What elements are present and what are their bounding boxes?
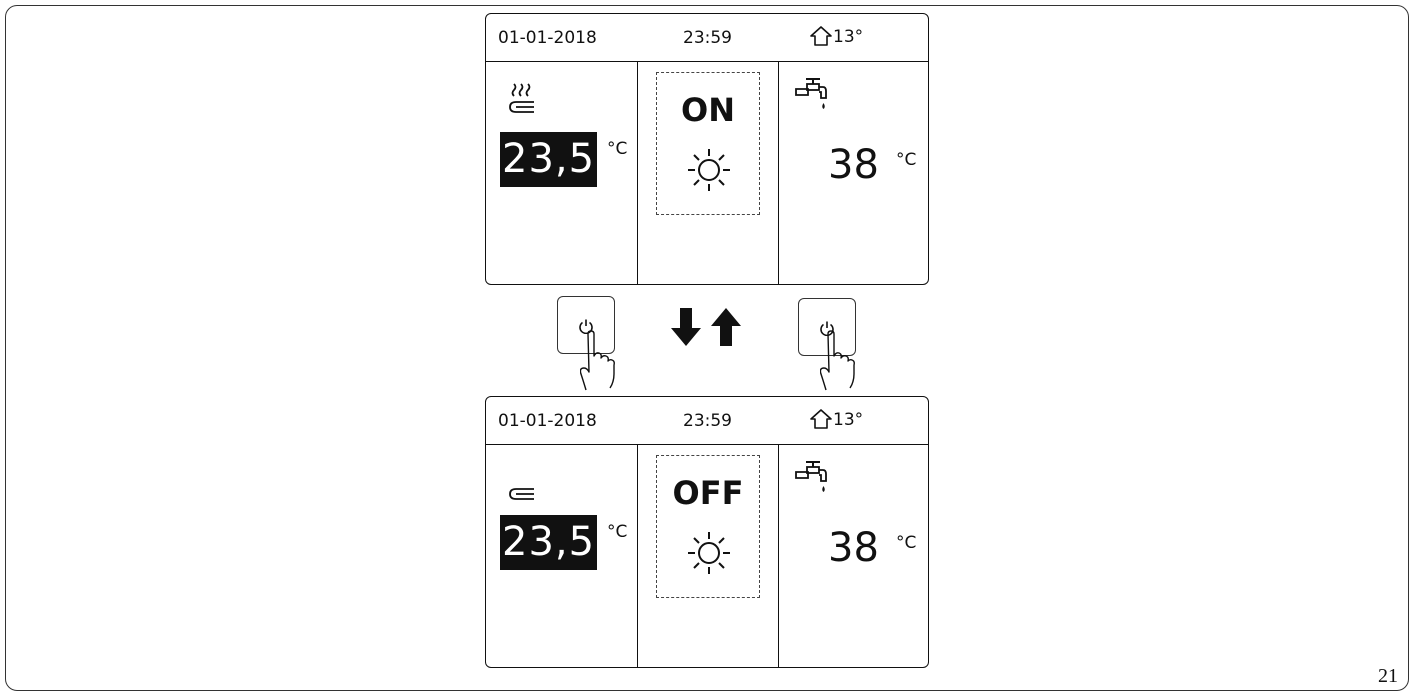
power-state-label: ON <box>681 91 735 129</box>
column-divider <box>637 61 638 284</box>
room-temperature[interactable]: 23,5 <box>500 515 598 570</box>
temperature-unit: °C <box>607 139 628 159</box>
power-state-label: OFF <box>672 474 744 512</box>
status-bar: 01-01-2018 23:59 13° <box>486 14 928 62</box>
column-divider <box>637 444 638 667</box>
dhw-temperature[interactable]: 38 <box>828 525 879 571</box>
outdoor-temp: 13° <box>809 407 863 430</box>
sun-icon <box>688 149 730 191</box>
date-label: 01-01-2018 <box>498 411 597 431</box>
floor-heating-off-icon[interactable] <box>506 463 546 505</box>
pointing-hand-icon <box>820 330 855 391</box>
time-label: 23:59 <box>683 28 732 48</box>
column-divider <box>778 444 779 667</box>
outdoor-temp-label: 13° <box>833 27 864 47</box>
column-divider <box>778 61 779 284</box>
page-number: 21 <box>1378 665 1398 687</box>
tap-icon[interactable] <box>794 459 830 499</box>
sun-icon <box>688 532 730 574</box>
pointing-hand-icon <box>580 330 615 391</box>
floor-heating-on-icon[interactable] <box>506 80 546 122</box>
temperature-unit: °C <box>896 533 917 553</box>
dhw-temperature[interactable]: 38 <box>828 142 879 188</box>
controller-screen-off: 01-01-2018 23:59 13° 23,5 °C OFF 38 °C <box>485 396 929 668</box>
mode-selector[interactable]: OFF <box>656 455 760 598</box>
up-arrow-icon <box>711 308 741 346</box>
room-temperature[interactable]: 23,5 <box>500 132 598 187</box>
tap-icon[interactable] <box>794 76 830 116</box>
outdoor-temp-label: 13° <box>833 410 864 430</box>
controller-screen-on: 01-01-2018 23:59 13° 23,5 °C ON 38 °C <box>485 13 929 285</box>
down-arrow-icon <box>671 308 701 346</box>
house-icon <box>810 25 832 46</box>
mode-selector[interactable]: ON <box>656 72 760 215</box>
date-label: 01-01-2018 <box>498 28 597 48</box>
status-bar: 01-01-2018 23:59 13° <box>486 397 928 445</box>
temperature-unit: °C <box>607 522 628 542</box>
outdoor-temp: 13° <box>809 24 863 47</box>
house-icon <box>810 408 832 429</box>
time-label: 23:59 <box>683 411 732 431</box>
temperature-unit: °C <box>896 150 917 170</box>
